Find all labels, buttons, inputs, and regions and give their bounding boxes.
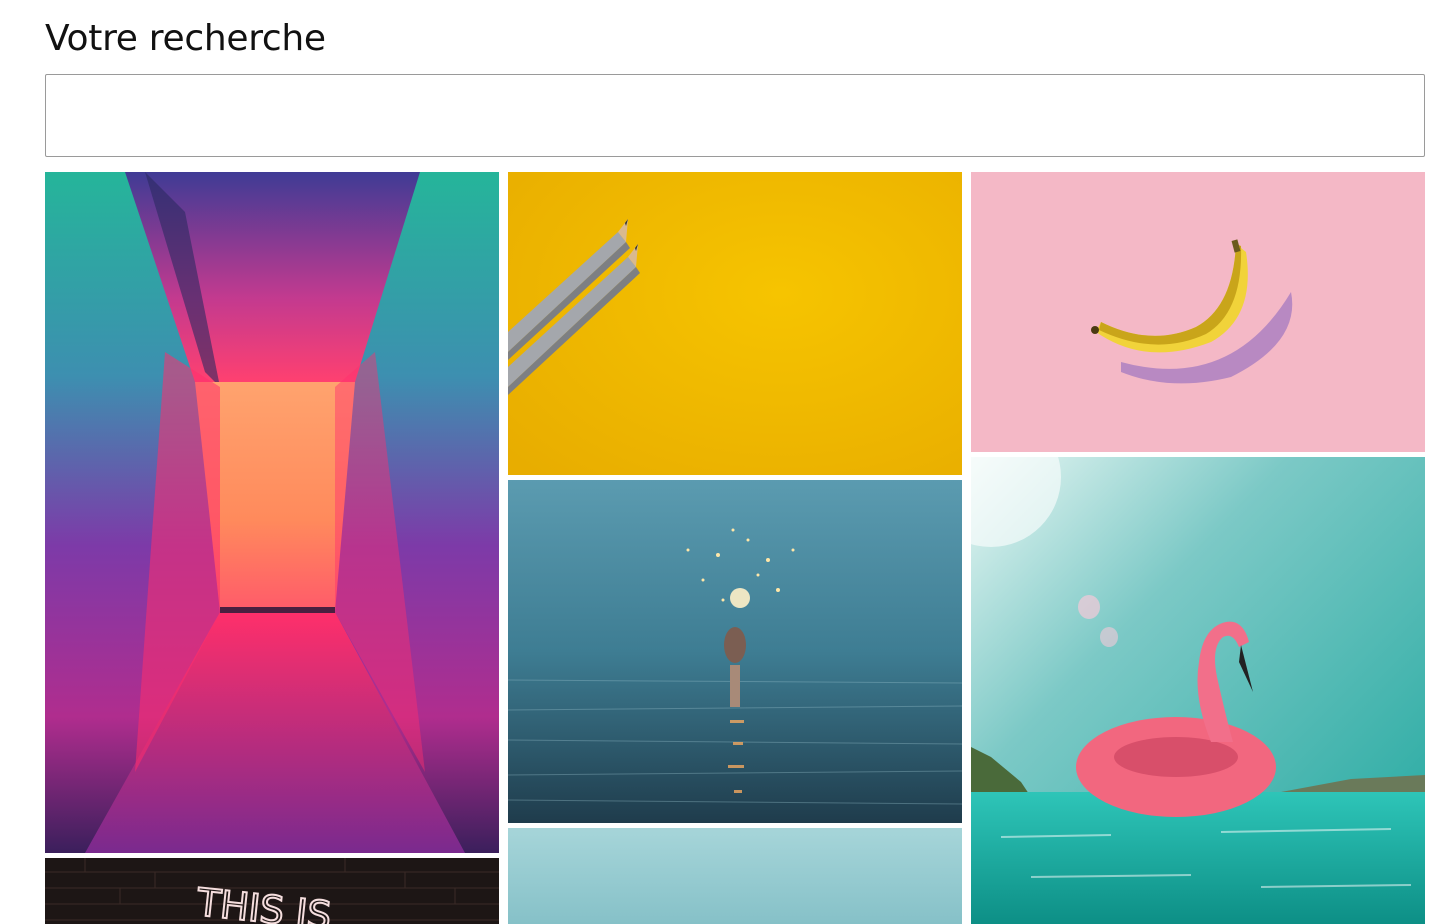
image-blue-sky[interactable] xyxy=(508,828,962,924)
image-sparkler-sea[interactable] xyxy=(508,480,962,823)
image-neon-corridor[interactable] xyxy=(45,172,499,853)
page-title: Votre recherche xyxy=(45,18,326,59)
image-neon-sign[interactable]: THIS IS xyxy=(45,858,499,924)
search-input[interactable] xyxy=(45,74,1425,157)
image-flamingo-float[interactable] xyxy=(971,457,1425,924)
image-banana-pink[interactable] xyxy=(971,172,1425,452)
image-pencils-yellow[interactable] xyxy=(508,172,962,475)
